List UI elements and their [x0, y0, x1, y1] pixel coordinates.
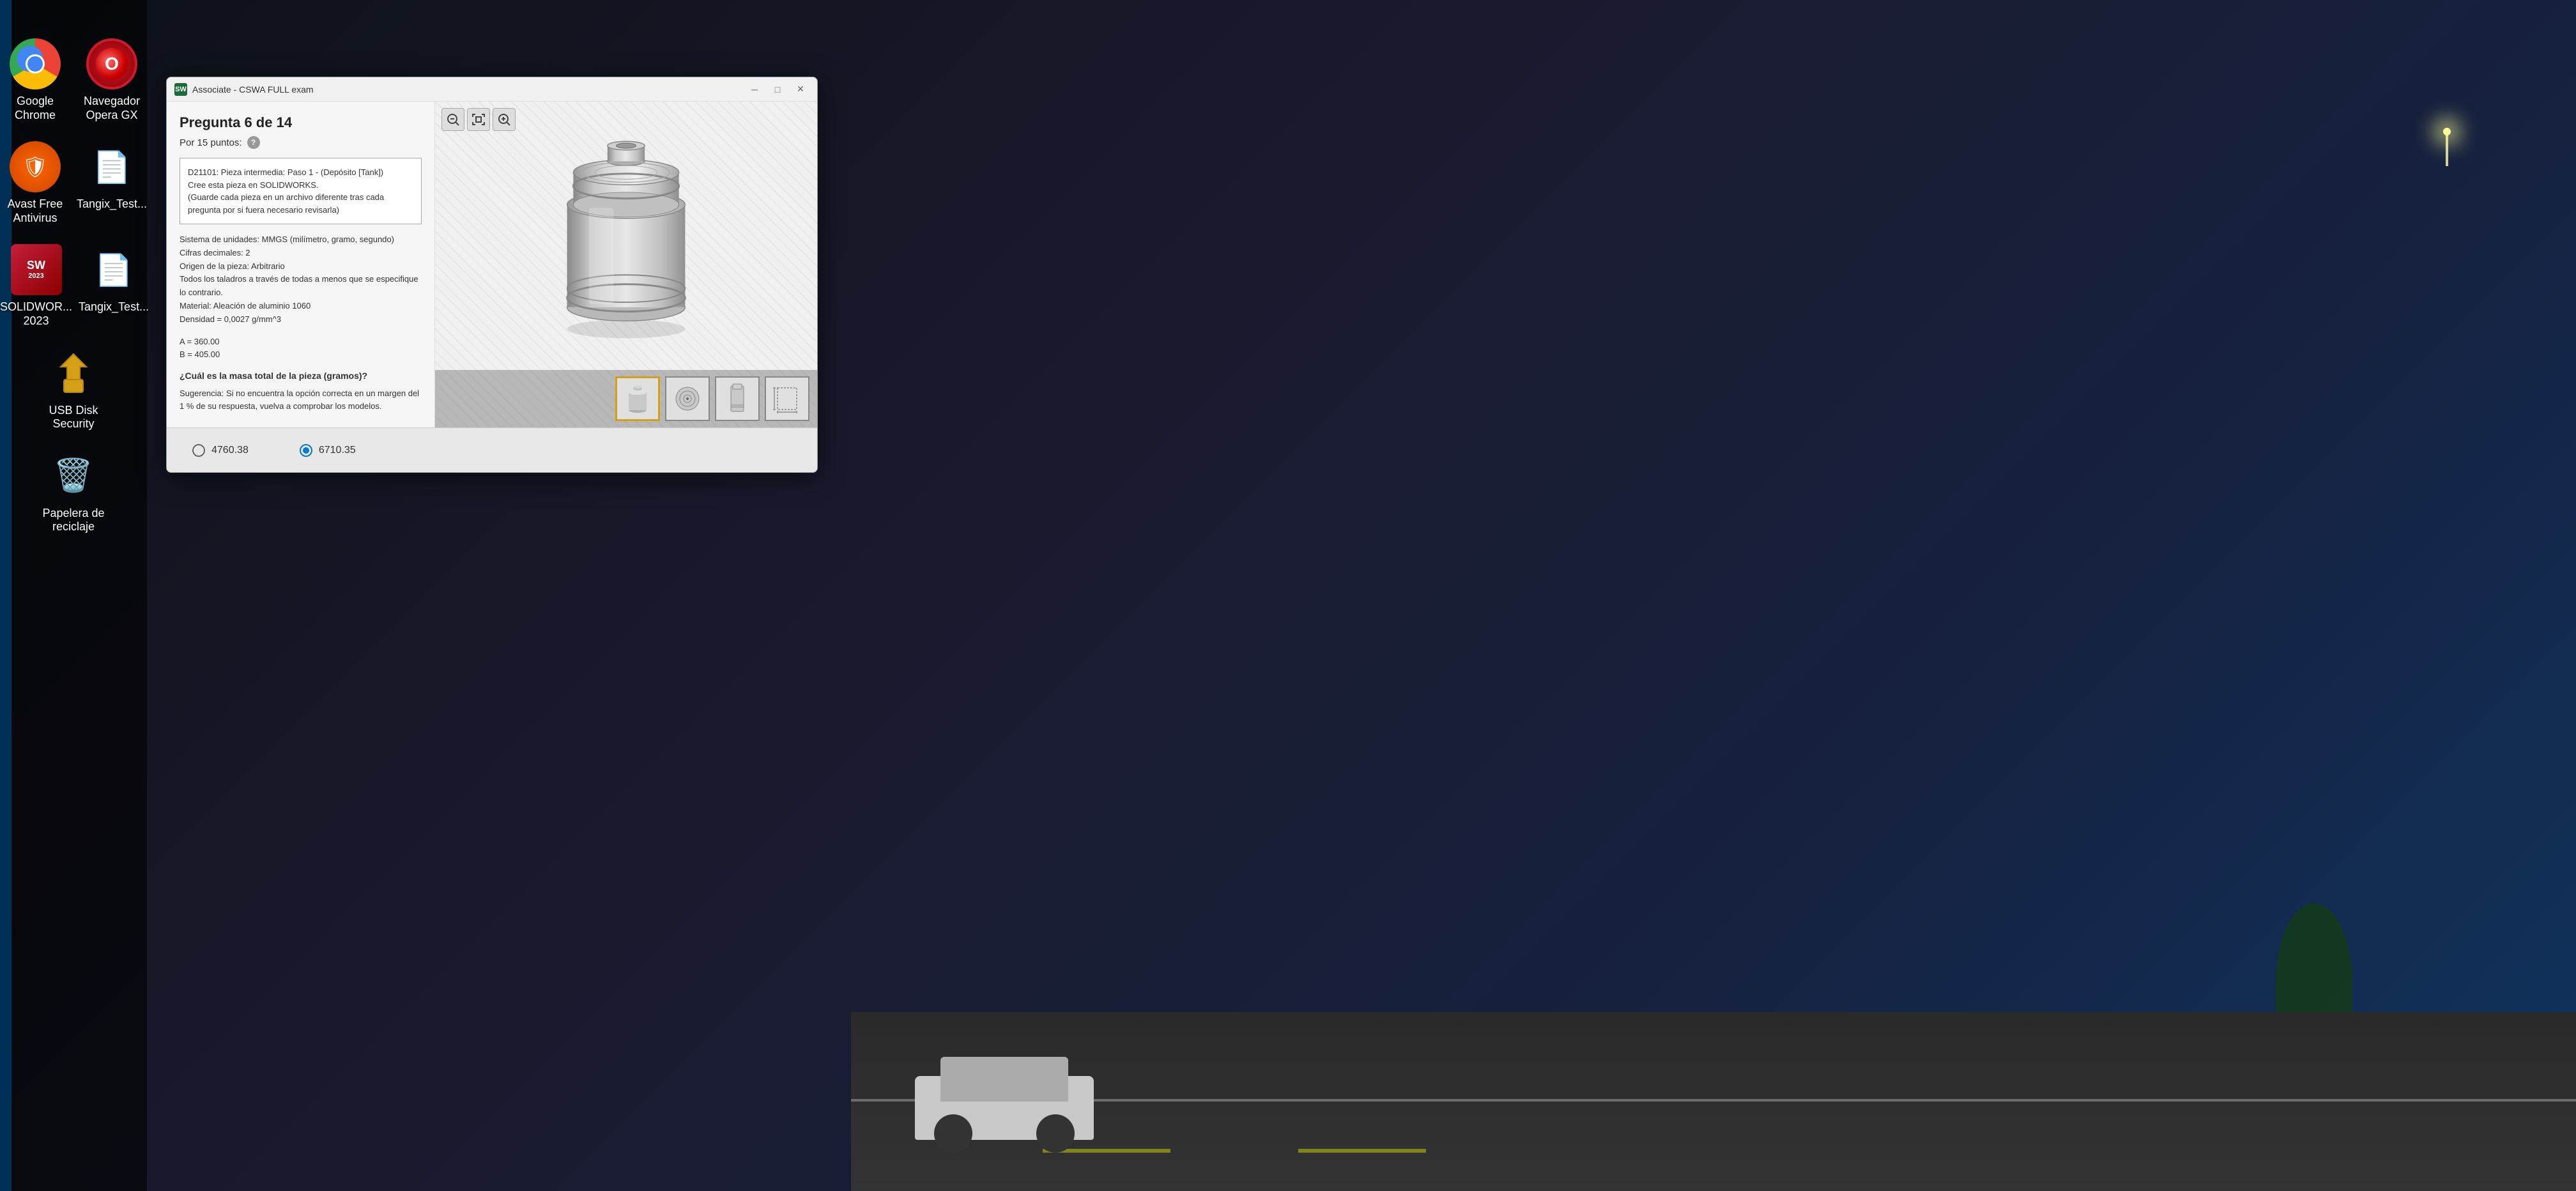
param-b: B = 405.00 — [180, 348, 422, 362]
desktop-icon-avast[interactable]: 🛡 Avast Free Antivirus — [0, 141, 70, 225]
spec-material: Material: Aleación de aluminio 1060 — [180, 300, 422, 313]
3d-viewer[interactable] — [435, 102, 817, 370]
answer-option-2[interactable]: 6710.35 — [300, 444, 356, 457]
question-title: Pregunta 6 de 14 — [180, 114, 422, 131]
desktop-icon-opera[interactable]: O Navegador Opera GX — [77, 38, 147, 122]
points-label: Por 15 puntos: — [180, 137, 242, 148]
question-text: ¿Cuál es la masa total de la pieza (gram… — [180, 371, 422, 381]
close-button[interactable]: ✕ — [792, 81, 809, 98]
spec-density: Densidad = 0,0027 g/mm^3 — [180, 313, 422, 327]
desktop-icon-tangix1[interactable]: 📄 Tangix_Test... — [77, 141, 147, 225]
desktop-icon-tangix2[interactable]: 📄 Tangix_Test... — [79, 244, 149, 328]
zoom-in-button[interactable] — [493, 108, 516, 131]
app-icon: SW — [174, 83, 187, 96]
avast-label: Avast Free Antivirus — [0, 197, 70, 225]
params-section: A = 360.00 B = 405.00 — [180, 335, 422, 362]
thumb-3d[interactable] — [615, 376, 660, 421]
answer-option-1[interactable]: 4760.38 — [192, 444, 249, 457]
desc-line2: Cree esta pieza en SOLIDWORKS. — [188, 179, 413, 192]
description-box: D21101: Pieza intermedia: Paso 1 - (Depó… — [180, 158, 422, 224]
usb-label: USB Disk Security — [35, 404, 112, 431]
view-thumbnails — [435, 370, 817, 427]
chrome-label: Google Chrome — [0, 95, 70, 122]
help-icon[interactable]: ? — [247, 136, 260, 149]
desktop-icon-recycle[interactable]: 🗑️ Papelera de reciclaje — [35, 450, 112, 534]
desktop-icon-usb[interactable]: USB Disk Security — [35, 348, 112, 431]
spec-origin: Origen de la pieza: Arbitrario — [180, 260, 422, 273]
desktop-icon-solidworks[interactable]: SW 2023 SOLIDWOR... 2023 — [0, 244, 72, 328]
desktop-icon-bar: Google Chrome O Navegador Opera GX 🛡 — [0, 0, 147, 1191]
solidworks-label: SOLIDWOR... 2023 — [0, 300, 72, 328]
window-controls: ─ □ ✕ — [746, 81, 809, 98]
viewer-panel — [435, 102, 817, 427]
maximize-button[interactable]: □ — [769, 81, 786, 98]
specs-section: Sistema de unidades: MMGS (milímetro, gr… — [180, 233, 422, 327]
tangix2-label: Tangix_Test... — [79, 300, 149, 314]
answer-value-2: 6710.35 — [319, 445, 356, 456]
param-a: A = 360.00 — [180, 335, 422, 349]
thumb-dim[interactable] — [765, 376, 809, 421]
desc-line1: D21101: Pieza intermedia: Paso 1 - (Depó… — [188, 166, 413, 179]
viewer-toolbar — [441, 108, 516, 131]
thumb-side[interactable] — [715, 376, 760, 421]
zoom-out-button[interactable] — [441, 108, 464, 131]
app-window: SW Associate - CSWA FULL exam ─ □ ✕ Preg… — [166, 77, 818, 473]
window-title: Associate - CSWA FULL exam — [192, 84, 746, 95]
suggestion-text: Sugerencia: Si no encuentra la opción co… — [180, 387, 422, 412]
desktop-icon-chrome[interactable]: Google Chrome — [0, 38, 70, 122]
points-row: Por 15 puntos: ? — [180, 136, 422, 149]
spec-holes: Todos los taladros a través de todas a m… — [180, 273, 422, 300]
question-panel: Pregunta 6 de 14 Por 15 puntos: ? D21101… — [167, 102, 435, 427]
title-bar: SW Associate - CSWA FULL exam ─ □ ✕ — [167, 77, 817, 102]
desktop: Google Chrome O Navegador Opera GX 🛡 — [0, 0, 2576, 1191]
spec-decimals: Cifras decimales: 2 — [180, 247, 422, 260]
answer-area: 4760.38 6710.35 — [167, 427, 817, 472]
radio-1[interactable] — [192, 444, 205, 457]
recycle-label: Papelera de reciclaje — [35, 507, 112, 534]
desc-line4: pregunta por si fuera necesario revisarl… — [188, 204, 413, 217]
window-content: Pregunta 6 de 14 Por 15 puntos: ? D21101… — [167, 102, 817, 427]
minimize-button[interactable]: ─ — [746, 81, 763, 98]
answer-value-1: 4760.38 — [211, 445, 249, 456]
opera-label: Navegador Opera GX — [77, 95, 147, 122]
desc-line3: (Guarde cada pieza en un archivo diferen… — [188, 191, 413, 204]
tangix1-label: Tangix_Test... — [77, 197, 147, 211]
spec-units: Sistema de unidades: MMGS (milímetro, gr… — [180, 233, 422, 247]
fit-view-button[interactable] — [467, 108, 490, 131]
thumb-front[interactable] — [665, 376, 710, 421]
radio-2[interactable] — [300, 444, 312, 457]
